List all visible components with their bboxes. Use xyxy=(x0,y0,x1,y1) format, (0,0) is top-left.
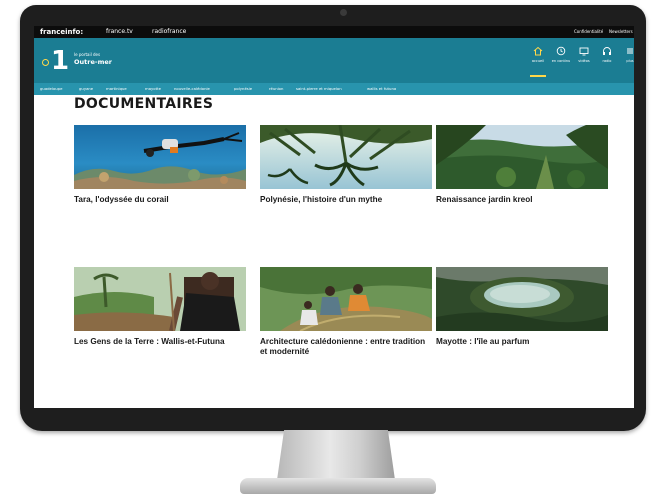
documentary-thumbnail xyxy=(260,125,432,189)
territory-reunion[interactable]: réunion xyxy=(269,83,283,95)
top-strip: franceinfo: france.tv radiofrance Confid… xyxy=(34,26,634,38)
documentary-thumbnail xyxy=(260,267,432,331)
documentary-card[interactable]: Les Gens de la Terre : Wallis-et-Futuna xyxy=(74,267,246,347)
territory-wallis-futuna[interactable]: wallis et futuna xyxy=(367,83,396,95)
documentary-title[interactable]: Architecture calédonienne : entre tradit… xyxy=(260,337,432,357)
documentary-card[interactable]: Architecture calédonienne : entre tradit… xyxy=(260,267,432,357)
headphones-icon xyxy=(603,47,611,55)
territory-saint-pierre-miquelon[interactable]: saint-pierre et miquelon xyxy=(296,83,342,95)
documentary-card[interactable]: Polynésie, l'histoire d'un mythe xyxy=(260,125,432,205)
logo-number: 1 xyxy=(51,46,70,76)
documentary-title[interactable]: Renaissance jardin kreol xyxy=(436,195,608,205)
territories-bar: guadeloupe guyane martinique mayotte nou… xyxy=(34,83,634,95)
nav-videos[interactable]: vidéos xyxy=(572,43,596,77)
nav-label: en continu xyxy=(551,59,571,63)
nav-label: accueil xyxy=(531,59,545,63)
newsletters-link[interactable]: Newsletters xyxy=(609,26,633,38)
confidentiality-link[interactable]: Confidentialité xyxy=(574,26,603,38)
documentary-thumbnail xyxy=(436,125,608,189)
home-icon xyxy=(533,46,543,56)
documentary-thumbnail xyxy=(74,125,246,189)
franceinfo-link[interactable]: franceinfo: xyxy=(40,26,83,38)
tv-icon xyxy=(579,47,589,56)
documentary-card[interactable]: Renaissance jardin kreol xyxy=(436,125,608,205)
nav-radio[interactable]: radio xyxy=(595,43,619,77)
territory-nouvelle-caledonie[interactable]: nouvelle-calédonie xyxy=(174,83,210,95)
territory-martinique[interactable]: martinique xyxy=(106,83,127,95)
nav-label: radio xyxy=(602,59,612,63)
site-header: 1 le portail des Outre-mer accueil en co… xyxy=(34,38,634,83)
page-title: DOCUMENTAIRES xyxy=(74,96,214,112)
nav-label: plus xyxy=(626,59,634,63)
nav-en-continu[interactable]: en continu xyxy=(549,43,573,77)
territory-mayotte[interactable]: mayotte xyxy=(145,83,161,95)
documentary-card[interactable]: Tara, l'odyssée du corail xyxy=(74,125,246,205)
clock-icon xyxy=(556,46,566,56)
monitor-stand-foot xyxy=(240,478,436,494)
territory-guadeloupe[interactable]: guadeloupe xyxy=(40,83,62,95)
nav-plus[interactable]: plus xyxy=(618,43,634,77)
territory-guyane[interactable]: guyane xyxy=(79,83,93,95)
radiofrance-link[interactable]: radiofrance xyxy=(152,26,186,38)
monitor-stand-neck xyxy=(277,430,395,480)
documentary-thumbnail xyxy=(436,267,608,331)
webcam-icon xyxy=(340,9,347,16)
menu-icon xyxy=(627,48,633,54)
documentary-thumbnail xyxy=(74,267,246,331)
territory-polynesie[interactable]: polynésie xyxy=(234,83,252,95)
nav-accueil[interactable]: accueil xyxy=(526,43,550,77)
logo-ring-icon xyxy=(42,59,49,66)
francetv-link[interactable]: france.tv xyxy=(106,26,133,38)
logo-tagline: le portail des xyxy=(74,52,101,57)
documentary-title[interactable]: Mayotte : l'île au parfum xyxy=(436,337,608,347)
nav-label: vidéos xyxy=(578,59,590,63)
documentary-title[interactable]: Polynésie, l'histoire d'un mythe xyxy=(260,195,432,205)
documentary-title[interactable]: Les Gens de la Terre : Wallis-et-Futuna xyxy=(74,337,246,347)
documentary-card[interactable]: Mayotte : l'île au parfum xyxy=(436,267,608,347)
logo-name: Outre-mer xyxy=(74,58,112,66)
documentary-title[interactable]: Tara, l'odyssée du corail xyxy=(74,195,246,205)
screen: franceinfo: france.tv radiofrance Confid… xyxy=(34,26,634,408)
